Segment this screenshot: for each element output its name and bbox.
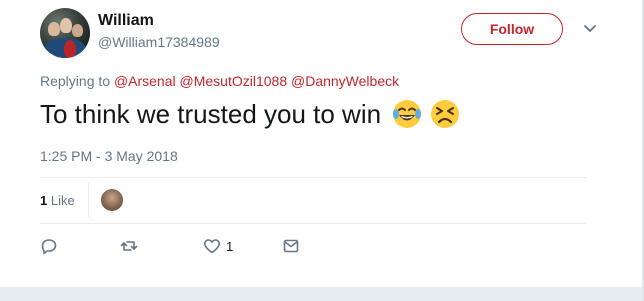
stat-separator: [88, 183, 89, 217]
face-with-tears-of-joy-icon: [393, 100, 422, 128]
direct-message-button[interactable]: [282, 236, 300, 256]
mention-link[interactable]: @Arsenal: [114, 73, 176, 89]
reply-button[interactable]: [40, 236, 58, 256]
heart-icon: [204, 239, 220, 254]
likes-stat[interactable]: 1 Like: [40, 193, 75, 208]
replying-prefix: Replying to: [40, 73, 111, 89]
retweet-icon: [120, 241, 138, 251]
replying-to: Replying to @Arsenal @MesutOzil1088 @Dan…: [40, 73, 399, 89]
user-handle[interactable]: @William17384989: [98, 34, 220, 50]
liker-avatar[interactable]: [101, 189, 123, 211]
tweet-timestamp[interactable]: 1:25 PM - 3 May 2018: [40, 148, 178, 164]
divider: [40, 223, 587, 224]
avatar-face: [72, 24, 83, 37]
likes-label: Like: [50, 193, 75, 208]
user-name[interactable]: William: [98, 12, 154, 30]
avatar-shirt-red: [64, 40, 76, 58]
follow-button[interactable]: Follow: [461, 13, 563, 45]
retweet-button[interactable]: [120, 236, 138, 256]
avatar-face: [48, 22, 60, 36]
chevron-down-icon[interactable]: [582, 22, 598, 36]
tired-face-icon: [431, 100, 460, 128]
like-button[interactable]: 1: [203, 236, 233, 256]
user-avatar[interactable]: [40, 8, 90, 58]
mention-link[interactable]: @MesutOzil1088: [180, 73, 288, 89]
like-count: 1: [226, 238, 234, 254]
likes-count: 1: [40, 193, 48, 208]
tweet-text: To think we trusted you to win: [40, 98, 461, 130]
tweet-card: William @William17384989 Follow Replying…: [0, 0, 644, 301]
tweet-body: To think we trusted you to win: [40, 98, 382, 129]
page-background-strip: [0, 287, 644, 301]
envelope-icon: [283, 239, 299, 253]
mention-link[interactable]: @DannyWelbeck: [291, 73, 399, 89]
divider: [40, 177, 587, 178]
reply-icon: [41, 239, 57, 255]
avatar-face: [60, 18, 72, 33]
